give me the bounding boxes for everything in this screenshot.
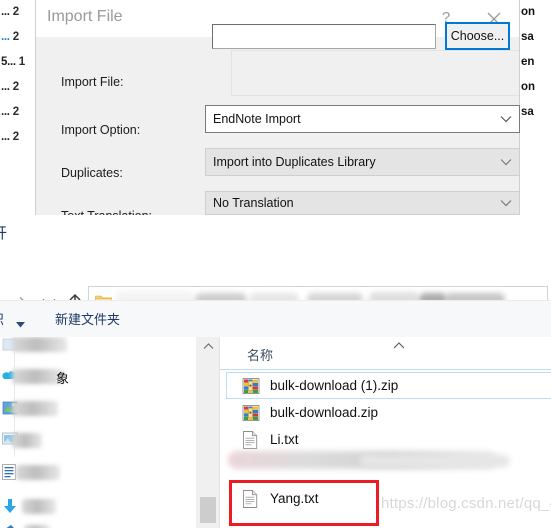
chevron-down-icon (493, 115, 519, 123)
dialog-title: Import File (47, 8, 123, 25)
open-dialog-content: 象 名称 bulk-download (1).zip bulk-download… (0, 337, 551, 528)
choose-button[interactable]: Choose... (445, 22, 510, 50)
record-author: ... (1, 31, 10, 43)
import-option-select[interactable]: EndNote Import (205, 105, 520, 133)
record-author: ... (1, 81, 10, 93)
text-translation-value: No Translation (213, 196, 294, 210)
import-option-value: EndNote Import (213, 112, 301, 126)
list-item[interactable]: bulk-download.zip (226, 399, 551, 426)
navigation-bar (0, 253, 551, 317)
record-author: 5... (1, 56, 16, 68)
column-header-name[interactable]: 名称 (220, 337, 551, 370)
table-row[interactable]: ... 2 (0, 0, 36, 25)
import-option-label: Import Option: (61, 123, 141, 137)
import-file-groupbox (231, 50, 519, 96)
file-list-pane: 名称 bulk-download (1).zip bulk-download.z… (219, 337, 551, 528)
column-header-label: 名称 (247, 348, 274, 363)
record-fragment: on (521, 81, 536, 93)
record-author: ... (1, 131, 10, 143)
zip-archive-icon (241, 376, 261, 396)
record-author: ... (1, 106, 10, 118)
pin-icon (2, 524, 18, 528)
file-name-label: bulk-download (1).zip (270, 378, 399, 393)
blurred-file-name (360, 455, 510, 467)
table-row[interactable]: ... 2 (0, 75, 36, 100)
download-icon (2, 498, 18, 514)
record-author: ... (1, 6, 10, 18)
command-bar: 织 新建文件夹 (0, 300, 551, 338)
import-file-input[interactable] (212, 24, 436, 49)
background-record-rows-right: on sa en on sa (519, 0, 551, 215)
organize-button[interactable]: 织 (0, 309, 4, 328)
list-item[interactable]: Yang.txt (226, 485, 551, 512)
table-row[interactable]: ... 2 (0, 100, 36, 125)
record-year: 2 (12, 6, 20, 18)
list-item[interactable]: bulk-download (1).zip (226, 372, 551, 399)
blurred-label (16, 465, 60, 480)
text-translation-select[interactable]: No Translation (205, 191, 520, 215)
navigation-pane: 象 (0, 337, 196, 528)
text-file-icon (241, 430, 261, 450)
pane-scrollbar[interactable] (196, 337, 219, 528)
background-record-rows-left: ... 2 ... 2 5... 1 ... 2 ... 2 ... 2 (0, 0, 36, 215)
sidebar-item-label: 象 (56, 371, 70, 386)
blurred-label (12, 433, 42, 448)
screenshot-root: ... 2 ... 2 5... 1 ... 2 ... 2 ... 2 on sa en … (0, 0, 551, 528)
open-file-window: 开 (0, 215, 551, 528)
record-fragment: sa (521, 31, 534, 43)
import-file-label: Import File: (61, 75, 124, 89)
open-window-title: 开 (0, 222, 7, 243)
zip-archive-icon (241, 403, 261, 423)
scrollbar-thumb[interactable] (200, 497, 216, 523)
chevron-down-icon (493, 199, 519, 207)
file-name-label: Yang.txt (270, 491, 319, 506)
chevron-down-icon[interactable] (16, 315, 25, 333)
list-item[interactable]: Li.txt (226, 426, 551, 453)
sort-ascending-icon (392, 337, 406, 355)
file-name-label: Li.txt (270, 432, 299, 447)
chevron-down-icon (493, 158, 519, 166)
table-row[interactable]: ... 2 (0, 125, 36, 150)
new-folder-button[interactable]: 新建文件夹 (55, 309, 120, 328)
record-year: 2 (12, 81, 20, 93)
duplicates-label: Duplicates: (61, 166, 123, 180)
record-year: 1 (18, 56, 26, 68)
record-year: 2 (12, 106, 20, 118)
record-fragment: en (521, 56, 535, 68)
blurred-label (12, 337, 67, 352)
record-year: 2 (12, 131, 20, 143)
open-window-titlebar: 开 (0, 215, 551, 253)
scroll-up-icon[interactable] (197, 337, 219, 355)
table-row[interactable]: 5... 1 (0, 50, 36, 75)
blurred-label (12, 401, 58, 416)
record-fragment: on (521, 6, 536, 18)
record-year: 2 (12, 31, 20, 43)
duplicates-select[interactable]: Import into Duplicates Library (205, 148, 520, 176)
table-row[interactable]: ... 2 (0, 25, 36, 50)
record-fragment: sa (521, 106, 534, 118)
file-name-label: bulk-download.zip (270, 405, 379, 420)
duplicates-value: Import into Duplicates Library (213, 155, 376, 169)
blurred-label (22, 499, 56, 514)
text-file-icon (241, 489, 261, 509)
